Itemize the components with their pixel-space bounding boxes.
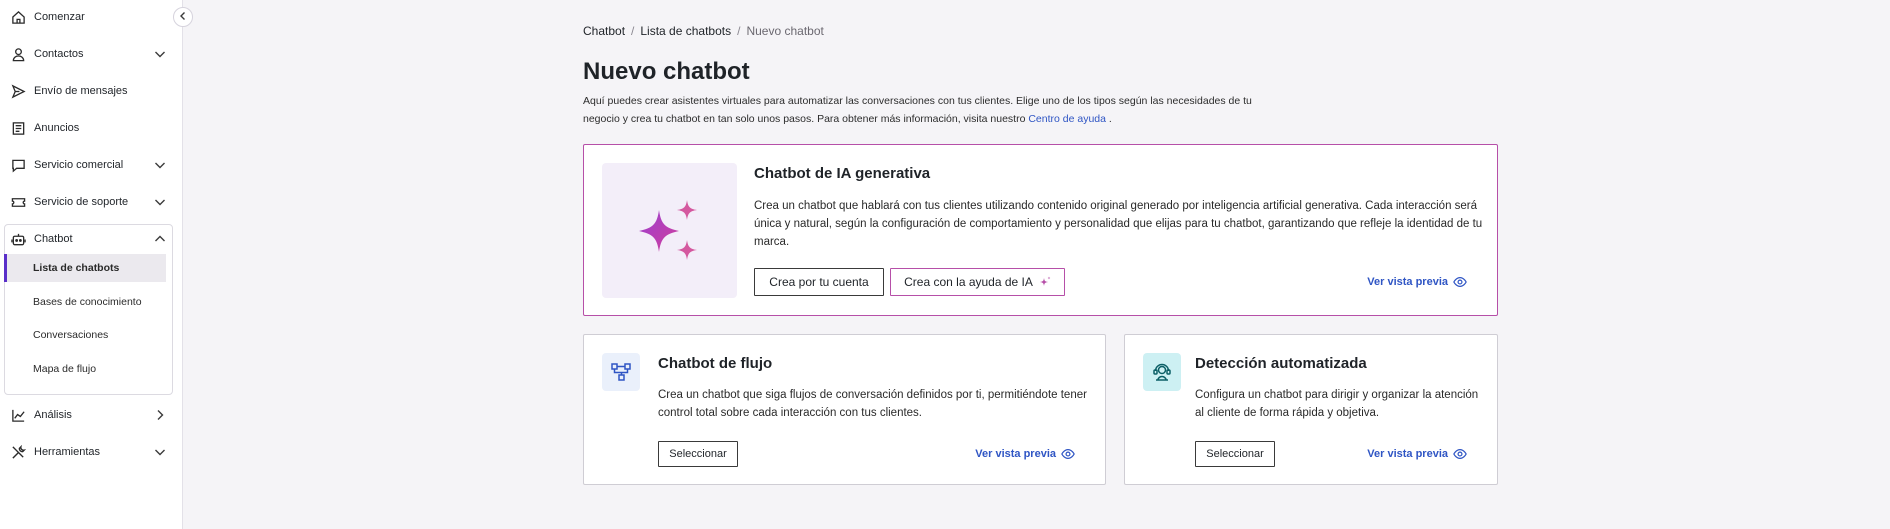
create-with-ai-label: Crea con la ayuda de IA bbox=[904, 275, 1033, 289]
sparkle-icon bbox=[1039, 276, 1051, 288]
sidebar-collapse-button[interactable] bbox=[173, 7, 193, 27]
flow-chatbot-card: Chatbot de flujo Crea un chatbot que sig… bbox=[583, 334, 1106, 485]
sidebar-item-label: Herramientas bbox=[34, 446, 101, 458]
breadcrumb-separator: / bbox=[631, 24, 635, 38]
ai-chatbot-card: Chatbot de IA generativa Crea un chatbot… bbox=[583, 144, 1498, 316]
flow-diagram-icon bbox=[602, 353, 640, 391]
send-icon bbox=[10, 83, 26, 99]
sidebar-item-label: Análisis bbox=[34, 409, 72, 421]
ai-card-title: Chatbot de IA generativa bbox=[754, 165, 931, 182]
breadcrumb-current: Nuevo chatbot bbox=[746, 24, 824, 38]
sidebar-subitem-lista-chatbots[interactable]: Lista de chatbots bbox=[4, 254, 166, 282]
detect-card-description: Configura un chatbot para dirigir y orga… bbox=[1195, 389, 1479, 419]
sidebar-subitem-mapa-flujo[interactable]: Mapa de flujo bbox=[4, 355, 166, 383]
page-title: Nuevo chatbot bbox=[583, 58, 750, 85]
sidebar-item-servicio-comercial[interactable]: Servicio comercial bbox=[0, 150, 183, 180]
sidebar-item-label: Servicio comercial bbox=[34, 159, 124, 171]
chevron-down-icon bbox=[153, 195, 167, 209]
eye-icon bbox=[1061, 447, 1075, 461]
create-with-ai-button[interactable]: Crea con la ayuda de IA bbox=[890, 268, 1065, 296]
sidebar-item-anuncios[interactable]: Anuncios bbox=[0, 113, 183, 143]
sidebar-item-contactos[interactable]: Contactos bbox=[0, 39, 183, 69]
sidebar-item-chatbot[interactable]: Chatbot bbox=[0, 224, 183, 254]
automated-detection-card: Detección automatizada Configura un chat… bbox=[1124, 334, 1498, 485]
sidebar-item-analisis[interactable]: Análisis bbox=[0, 400, 183, 430]
sidebar-item-comenzar[interactable]: Comenzar bbox=[0, 2, 183, 32]
eye-icon bbox=[1453, 275, 1467, 289]
sidebar-item-herramientas[interactable]: Herramientas bbox=[0, 437, 183, 467]
create-manual-button[interactable]: Crea por tu cuenta bbox=[754, 268, 884, 296]
ai-card-description: Crea un chatbot que hablará con tus clie… bbox=[754, 200, 1483, 248]
sidebar-item-label: Anuncios bbox=[34, 122, 80, 134]
flow-preview-link[interactable]: Ver vista previa bbox=[975, 447, 1075, 461]
page-description-text: Aquí puedes crear asistentes virtuales p… bbox=[583, 95, 1252, 125]
breadcrumb-link-lista-chatbots[interactable]: Lista de chatbots bbox=[640, 24, 731, 38]
sidebar-item-envio-mensajes[interactable]: Envío de mensajes bbox=[0, 76, 183, 106]
detect-select-button[interactable]: Seleccionar bbox=[1195, 441, 1275, 467]
ticket-icon bbox=[10, 194, 26, 210]
tools-icon bbox=[10, 444, 26, 460]
sidebar-item-label: Contactos bbox=[34, 48, 84, 60]
flow-select-button[interactable]: Seleccionar bbox=[658, 441, 738, 467]
chevron-down-icon bbox=[153, 47, 167, 61]
home-icon bbox=[10, 9, 26, 25]
sidebar: Comenzar Contactos Envío de mensajes Anu… bbox=[0, 0, 183, 529]
sidebar-item-servicio-soporte[interactable]: Servicio de soporte bbox=[0, 187, 183, 217]
breadcrumb-separator: / bbox=[737, 24, 741, 38]
ai-preview-link[interactable]: Ver vista previa bbox=[1367, 275, 1467, 289]
flow-card-description: Crea un chatbot que siga flujos de conve… bbox=[658, 389, 1087, 419]
chevron-down-icon bbox=[153, 158, 167, 172]
chat-icon bbox=[10, 157, 26, 173]
sidebar-item-label: Servicio de soporte bbox=[34, 196, 129, 208]
flow-card-title: Chatbot de flujo bbox=[658, 355, 773, 372]
sidebar-item-label: Chatbot bbox=[34, 233, 73, 245]
sparkles-illustration bbox=[602, 163, 737, 298]
chevron-down-icon bbox=[153, 445, 167, 459]
user-icon bbox=[10, 46, 26, 62]
help-center-link[interactable]: Centro de ayuda bbox=[1028, 113, 1106, 125]
chevron-up-icon bbox=[153, 232, 167, 246]
breadcrumb-link-chatbot[interactable]: Chatbot bbox=[583, 24, 625, 38]
chart-line-icon bbox=[10, 407, 26, 423]
page-description-end: . bbox=[1105, 113, 1112, 125]
sidebar-item-label: Comenzar bbox=[34, 11, 85, 23]
chevron-left-icon bbox=[178, 8, 188, 26]
detect-card-title: Detección automatizada bbox=[1195, 355, 1367, 372]
detect-preview-link[interactable]: Ver vista previa bbox=[1367, 447, 1467, 461]
robot-icon bbox=[10, 231, 26, 247]
sidebar-subitem-conversaciones[interactable]: Conversaciones bbox=[4, 321, 166, 349]
breadcrumb: Chatbot / Lista de chatbots / Nuevo chat… bbox=[583, 24, 824, 38]
page-description: Aquí puedes crear asistentes virtuales p… bbox=[583, 92, 1263, 128]
newspaper-icon bbox=[10, 120, 26, 136]
sidebar-item-label: Envío de mensajes bbox=[34, 85, 128, 97]
sidebar-subitem-bases-conocimiento[interactable]: Bases de conocimiento bbox=[4, 288, 166, 316]
eye-icon bbox=[1453, 447, 1467, 461]
chevron-right-icon bbox=[153, 408, 167, 422]
agent-headset-icon bbox=[1143, 353, 1181, 391]
